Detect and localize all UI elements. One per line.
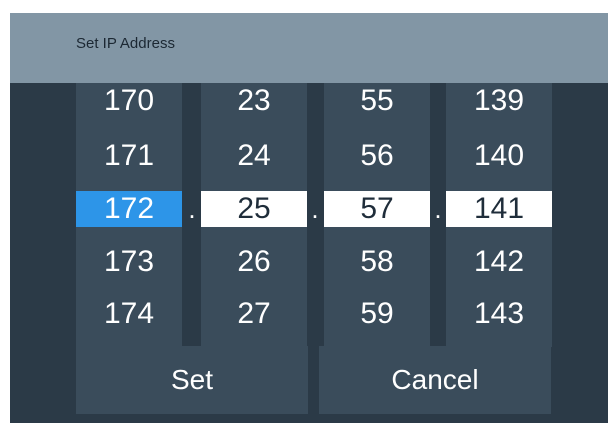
octet-2-option[interactable]: 27: [201, 296, 307, 332]
octet-4-picker[interactable]: 139 140 141 142 143: [446, 83, 552, 347]
octet-4-option[interactable]: 143: [446, 296, 552, 332]
cancel-button[interactable]: Cancel: [319, 346, 551, 414]
octet-4-selected[interactable]: 141: [446, 191, 552, 227]
octet-3-picker[interactable]: 55 56 57 58 59: [324, 83, 430, 347]
octet-3-option[interactable]: 59: [324, 296, 430, 332]
octet-1-selected[interactable]: 172: [76, 191, 182, 227]
dialog-titlebar: Set IP Address: [10, 13, 608, 83]
octet-2-picker[interactable]: 23 24 25 26 27: [201, 83, 307, 347]
octet-3-selected[interactable]: 57: [324, 191, 430, 227]
octet-3-option[interactable]: 58: [324, 244, 430, 280]
dialog-title: Set IP Address: [76, 35, 175, 52]
octet-separator: .: [188, 194, 196, 224]
octet-1-picker[interactable]: 170 171 172 173 174: [76, 83, 182, 347]
octet-3-option[interactable]: 55: [324, 83, 430, 119]
set-button[interactable]: Set: [76, 346, 308, 414]
octet-1-option[interactable]: 174: [76, 296, 182, 332]
octet-4-option[interactable]: 142: [446, 244, 552, 280]
octet-1-option[interactable]: 173: [76, 244, 182, 280]
octet-4-option[interactable]: 140: [446, 138, 552, 174]
octet-3-option[interactable]: 56: [324, 138, 430, 174]
octet-4-option[interactable]: 139: [446, 83, 552, 119]
octet-1-option[interactable]: 170: [76, 83, 182, 119]
octet-2-option[interactable]: 23: [201, 83, 307, 119]
octet-1-option[interactable]: 171: [76, 138, 182, 174]
octet-2-selected[interactable]: 25: [201, 191, 307, 227]
octet-2-option[interactable]: 24: [201, 138, 307, 174]
octet-2-option[interactable]: 26: [201, 244, 307, 280]
octet-separator: .: [434, 194, 442, 224]
set-ip-dialog: Set IP Address 170 171 172 173 174 . 23 …: [10, 13, 608, 423]
octet-separator: .: [311, 194, 319, 224]
